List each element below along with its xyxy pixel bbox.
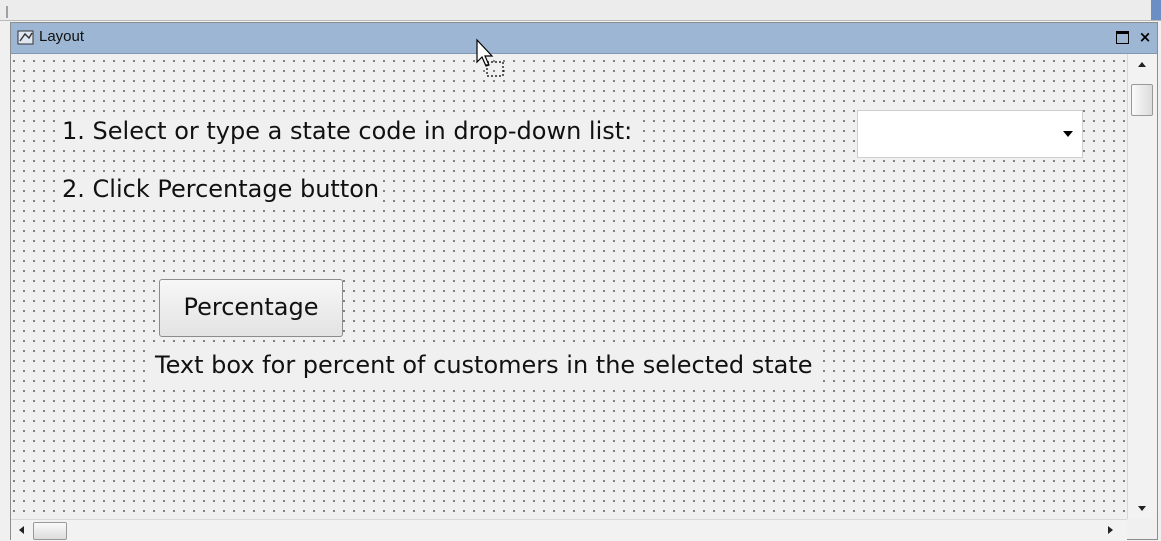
result-textbox-label[interactable]: Text box for percent of customers in the… <box>151 348 817 382</box>
chevron-down-icon[interactable] <box>1063 131 1073 137</box>
parent-window-accent <box>1151 0 1161 20</box>
scroll-left-icon[interactable] <box>19 526 24 534</box>
horizontal-scroll-thumb[interactable] <box>33 522 67 540</box>
maximize-icon <box>1116 31 1129 44</box>
parent-window-edge <box>0 0 1161 21</box>
percentage-button[interactable]: Percentage <box>159 279 343 337</box>
state-code-dropdown[interactable] <box>857 110 1083 158</box>
step1-label: 1. Select or type a state code in drop-d… <box>58 114 637 148</box>
window-title: Layout <box>39 28 85 45</box>
parent-window-notch <box>6 6 13 18</box>
layout-icon <box>17 30 34 45</box>
vertical-scrollbar[interactable] <box>1127 54 1157 519</box>
step2-label: 2. Click Percentage button <box>58 172 384 206</box>
window-titlebar[interactable]: Layout × <box>11 23 1157 54</box>
close-button[interactable]: × <box>1135 28 1155 48</box>
scroll-down-icon[interactable] <box>1138 506 1146 511</box>
scroll-up-icon[interactable] <box>1138 62 1146 67</box>
layout-window: Layout × 1. Select or type a state code … <box>10 22 1158 541</box>
design-canvas[interactable]: 1. Select or type a state code in drop-d… <box>11 54 1127 519</box>
scroll-right-icon[interactable] <box>1108 526 1113 534</box>
horizontal-scrollbar[interactable] <box>11 519 1127 541</box>
maximize-button[interactable] <box>1113 28 1133 48</box>
mouse-cursor-icon <box>476 38 504 77</box>
vertical-scroll-thumb[interactable] <box>1131 84 1153 116</box>
